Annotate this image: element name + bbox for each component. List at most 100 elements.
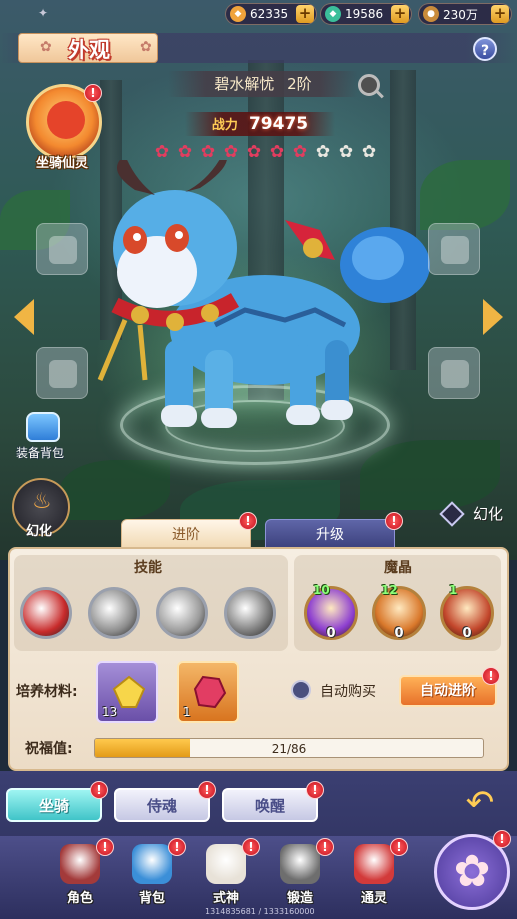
flame-icon: ♨ <box>32 489 52 514</box>
mount-creature <box>97 160 430 428</box>
nav-label: 通灵 <box>360 891 387 906</box>
page-title: 外观 <box>68 38 110 62</box>
previous-arrow-icon[interactable] <box>14 299 34 335</box>
crystal-count: 0 <box>394 626 404 641</box>
notification-badge: ! <box>316 838 334 856</box>
blessing-label: 祝福值: <box>25 741 73 757</box>
equipment-bag-button[interactable]: 装备背包 <box>16 412 68 460</box>
crystal-slot[interactable]: 12 0 <box>372 583 426 641</box>
help-button[interactable]: ? <box>473 37 497 61</box>
mount-grade: 2阶 <box>287 75 312 93</box>
crystal-slot[interactable]: 10 0 <box>304 583 358 641</box>
huanhua-toggle[interactable]: 幻化 <box>439 501 505 527</box>
red-swirl-skill-icon[interactable] <box>20 587 72 639</box>
skills-title: 技能 <box>134 560 162 576</box>
crystal-slot[interactable]: 10 <box>440 583 494 641</box>
morph-label: 幻化 <box>26 524 53 539</box>
magnifier-icon[interactable] <box>358 74 380 96</box>
nav-item[interactable]: 式神! <box>196 838 260 910</box>
star-rating: ✿ ✿ ✿ ✿ ✿ ✿ ✿ ✿ ✿ ✿ <box>152 143 379 161</box>
red-crystal-icon <box>193 675 227 709</box>
gold-value: 62335 <box>250 7 289 21</box>
crystal-level: 12 <box>381 583 398 597</box>
jade-value: 19586 <box>345 7 384 21</box>
reins-icon <box>441 236 469 264</box>
notification-badge: ! <box>96 838 114 856</box>
add-coin-button[interactable]: + <box>491 5 509 23</box>
app-root: ✦ ◆ 62335 + ◆ 19586 + ● 230万 + ✿ ✿ 外观 ? … <box>0 0 517 919</box>
nav-label: 角色 <box>66 891 93 906</box>
diamond-checkbox-icon <box>439 501 465 527</box>
back-arrow-icon[interactable]: ↶ <box>460 786 500 820</box>
star-lit-icon: ✿ <box>223 142 239 162</box>
tab-shihun[interactable]: 侍魂 <box>114 788 210 822</box>
nav-label: 背包 <box>138 891 165 906</box>
power-value: 79475 <box>248 114 309 134</box>
notification-badge: ! <box>168 838 186 856</box>
tab-upgrade[interactable]: 升级 <box>265 519 395 549</box>
equipment-slot-saddle[interactable] <box>36 347 88 399</box>
notification-badge: ! <box>385 512 403 530</box>
star-lit-icon: ✿ <box>177 142 193 162</box>
notification-badge: ! <box>390 838 408 856</box>
nav-item[interactable]: 角色! <box>50 838 114 910</box>
mount-name: 碧水解忧 <box>214 75 275 93</box>
mount-name-plate: 碧水解忧 2阶 <box>168 71 358 97</box>
add-jade-button[interactable]: + <box>391 5 409 23</box>
footer-ids: 1314835681 / 1333160000 <box>205 907 315 916</box>
grey-beast-skill-icon[interactable] <box>88 587 140 639</box>
notification-badge: ! <box>493 830 511 848</box>
tab-awaken[interactable]: 唤醒 <box>222 788 318 822</box>
add-gold-button[interactable]: + <box>296 5 314 23</box>
next-arrow-icon[interactable] <box>483 299 503 335</box>
star-unlit-icon: ✿ <box>361 142 377 162</box>
coin-icon: ● <box>423 6 439 22</box>
flower-ornament-icon: ✿ <box>40 39 52 55</box>
fire-spirit-icon <box>47 101 85 139</box>
nav-item[interactable]: 通灵! <box>344 838 408 910</box>
crystal-count: 0 <box>462 626 472 641</box>
coin-value: 230万 <box>443 7 478 22</box>
resource-gold: ◆ 62335 + <box>225 3 317 25</box>
tab-mount[interactable]: 坐骑 <box>6 788 102 822</box>
crystal-level: 1 <box>449 583 458 597</box>
nav-item[interactable]: 背包! <box>122 838 186 910</box>
foliage <box>360 440 500 510</box>
notification-badge: ! <box>198 781 216 799</box>
star-lit-icon: ✿ <box>246 142 262 162</box>
white-slash-skill-icon[interactable] <box>224 587 276 639</box>
star-unlit-icon: ✿ <box>315 142 331 162</box>
material-count: 13 <box>102 705 118 719</box>
star-lit-icon: ✿ <box>154 142 170 162</box>
equipment-slot-helmet[interactable] <box>36 223 88 275</box>
nav-label: 锻造 <box>286 891 313 906</box>
equipment-slot-hoof[interactable] <box>428 347 480 399</box>
equipment-slot-reins[interactable] <box>428 223 480 275</box>
power-label: 战力 <box>211 118 238 133</box>
material-red-crystal[interactable]: 1 <box>177 661 239 723</box>
huanhua-label: 幻化 <box>473 505 504 523</box>
notification-badge: ! <box>90 781 108 799</box>
radio-icon <box>291 680 311 700</box>
resource-bar: ✦ ◆ 62335 + ◆ 19586 + ● 230万 + <box>0 0 517 30</box>
spirit-label: 坐骑仙灵 <box>36 156 89 171</box>
silver-spiral-skill-icon[interactable] <box>156 587 208 639</box>
tab-advance[interactable]: 进阶 <box>121 519 251 549</box>
bag-icon <box>26 412 60 442</box>
star-lit-icon: ✿ <box>292 142 308 162</box>
notification-badge: ! <box>242 838 260 856</box>
spirit-dragon-icon <box>354 844 394 884</box>
flower-ornament-icon: ✿ <box>140 39 152 55</box>
star-lit-icon: ✿ <box>269 142 285 162</box>
saddle-icon <box>49 360 77 388</box>
nav-item[interactable]: 锻造! <box>270 838 334 910</box>
material-yellow-crystal[interactable]: 13 <box>96 661 158 723</box>
notification-badge: ! <box>84 84 102 102</box>
resource-jade: ◆ 19586 + <box>320 3 412 25</box>
resource-coin: ● 230万 + <box>418 3 512 25</box>
helmet-icon <box>49 236 77 264</box>
hoof-icon <box>441 360 469 388</box>
butterfly-icon: ✦ <box>38 6 49 20</box>
blessing-progress-bar: 21/86 <box>94 738 484 758</box>
auto-buy-toggle[interactable]: 自动购买 <box>291 679 401 701</box>
